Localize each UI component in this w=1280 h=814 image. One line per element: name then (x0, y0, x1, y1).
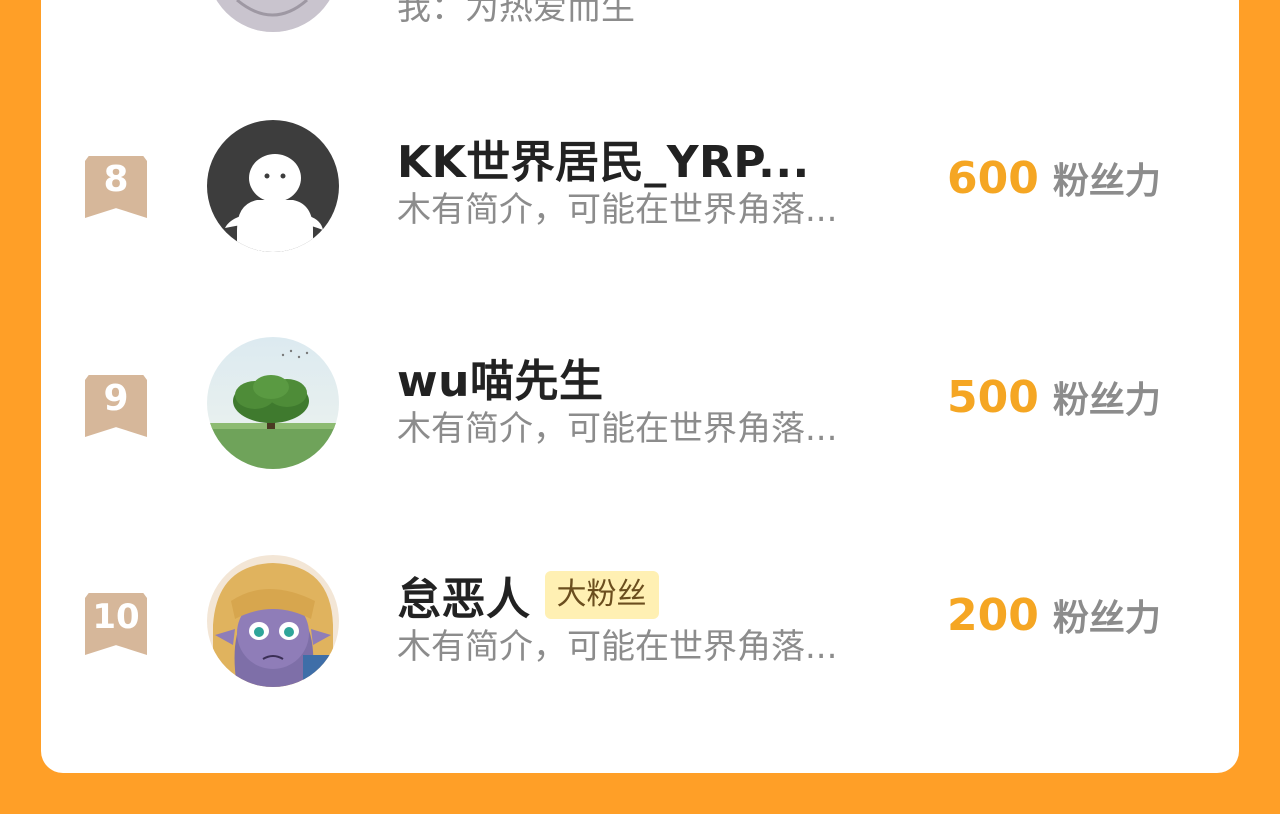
user-description: 木有简介，可能在世界角落... (397, 627, 838, 667)
fan-power: 600 粉丝力 (947, 152, 1161, 208)
anime-elf-girl-avatar (207, 555, 339, 687)
avatar[interactable] (207, 337, 339, 469)
big-fan-badge: 大粉丝 (544, 571, 659, 619)
rank-badge: 8 (85, 156, 147, 218)
list-item[interactable]: 8 KK世界居民_YRP... 木有简介，可能在世界角落... 600 粉丝力 (41, 120, 1239, 260)
user-name[interactable]: KK世界居民_YRP... (397, 126, 810, 190)
list-item[interactable]: 9 wu喵先生 木有简介，可能在世界角落... 500 粉丝力 (41, 337, 1239, 477)
fan-power-unit: 粉丝力 (1052, 161, 1161, 202)
fan-power-value: 600 (947, 153, 1039, 204)
fan-power: 500 粉丝力 (947, 371, 1161, 427)
user-name[interactable]: wu喵先生 (397, 345, 603, 409)
ghost-silhouette-icon (207, 120, 339, 252)
list-item[interactable]: 10 怠恶人 大粉丝 木有简介，可能在世界角落... 200 粉丝力 (41, 555, 1239, 695)
fan-power: 200 粉丝力 (947, 589, 1161, 645)
user-description: 木有简介，可能在世界角落... (397, 190, 838, 230)
fan-power-value: 500 (947, 372, 1039, 423)
rank-badge: 10 (85, 593, 147, 655)
rank-badge: 9 (85, 375, 147, 437)
user-name[interactable]: 怠恶人 (397, 563, 531, 627)
fan-power-value: 200 (947, 590, 1039, 641)
user-description: 木有简介，可能在世界角落... (397, 409, 838, 449)
user-description: 我：为热爱而生 (397, 0, 635, 28)
fan-power-unit: 粉丝力 (1052, 598, 1161, 639)
fan-ranking-card: 我：为热爱而生 8 KK世界居民_YRP... 木有简介，可能在世界角落... … (41, 0, 1239, 773)
avatar[interactable] (207, 555, 339, 687)
tree-landscape-photo (207, 337, 339, 469)
avatar[interactable] (207, 120, 339, 252)
avatar[interactable] (207, 0, 339, 32)
fan-power-unit: 粉丝力 (1052, 380, 1161, 421)
